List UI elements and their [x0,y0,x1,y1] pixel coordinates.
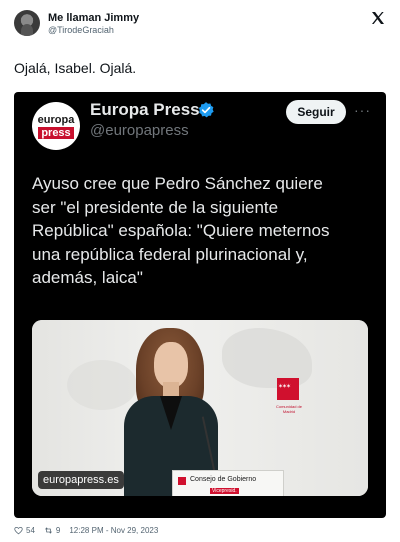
tweet-text: Ojalá, Isabel. Ojalá. [14,60,137,76]
europapress-logo[interactable]: europa press [32,102,80,150]
news-photo[interactable]: Comunidad de Madrid Consejo de Gobierno … [32,320,368,496]
account-handle[interactable]: @europapress [90,122,189,139]
headline-line: además, laica" [32,268,143,287]
x-logo-icon[interactable] [370,10,386,26]
account-name[interactable]: Europa Press [90,100,200,120]
user-name[interactable]: Me llaman Jimmy [48,12,139,24]
tweet-header: Me llaman Jimmy @TirodeGraciah [0,0,400,44]
heart-icon[interactable] [14,526,23,535]
podium-logo [178,477,186,485]
verified-badge-icon [198,102,214,118]
link-source-label[interactable]: europapress.es [38,471,124,489]
person-top [160,396,182,430]
follow-button[interactable]: Seguir [286,100,346,124]
retweet-count: 9 [55,525,61,535]
headline-line: una república federal plurinacional y, [32,244,308,264]
logo-line-2: press [38,126,74,139]
photo-wall-decoration [67,360,137,410]
timestamp[interactable]: 12:28 PM - Nov 29, 2023 [69,526,158,535]
retweet-icon[interactable] [44,526,53,535]
headline: Ayuso cree que Pedro Sánchez quiere ser … [32,172,372,290]
headline-line: Ayuso cree que Pedro Sánchez quiere [32,174,323,193]
logo-line-1: europa [37,113,75,126]
podium-label: Consejo de Gobierno [190,476,257,483]
avatar[interactable] [14,10,40,36]
comunidad-madrid-logo [277,378,299,400]
headline-line: República" española: "Quiere meternos [32,221,330,240]
podium-sublabel: Vicepresid. [210,488,239,494]
tweet-footer: 54 9 12:28 PM - Nov 29, 2023 [14,524,158,536]
like-count: 54 [26,525,35,535]
quoted-tweet-card[interactable]: europa press Europa Press @europapress S… [14,92,386,518]
headline-line: ser "el presidente de la siguiente [32,197,279,217]
comunidad-madrid-text: Comunidad de Madrid [275,404,303,414]
more-options-icon[interactable]: ··· [354,102,371,118]
user-handle[interactable]: @TirodeGraciah [48,25,114,35]
